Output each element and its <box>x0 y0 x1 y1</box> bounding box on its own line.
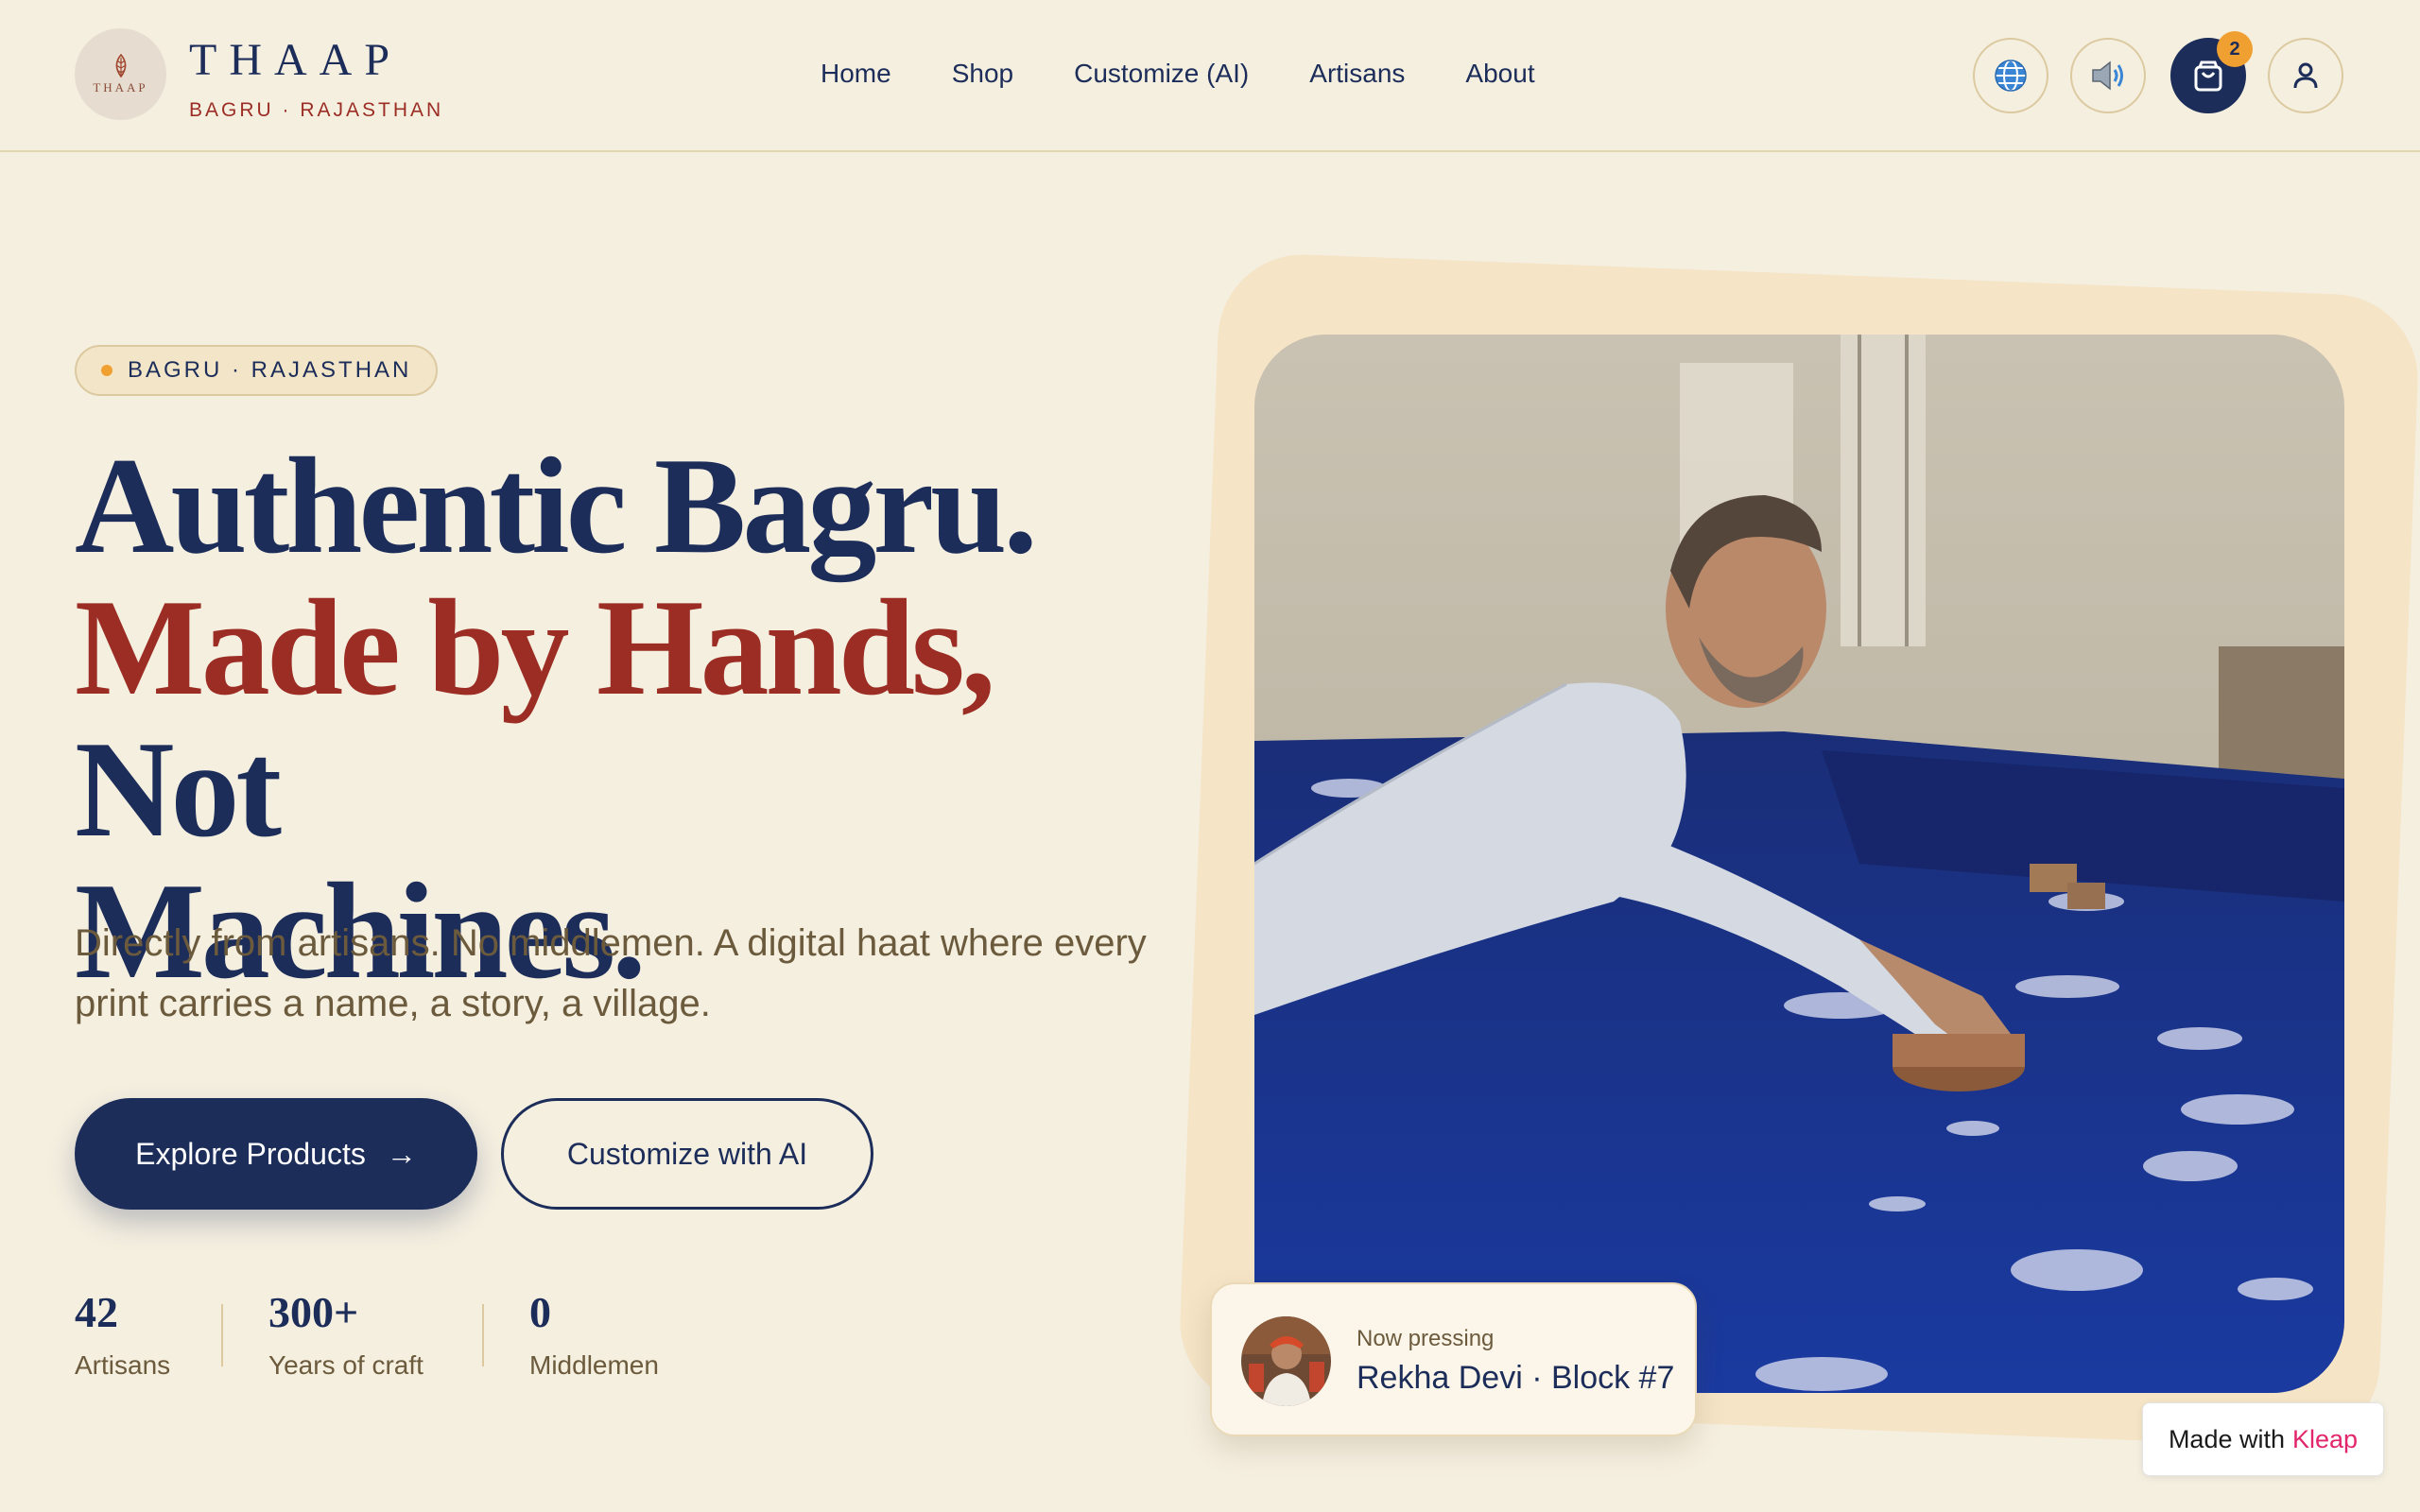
speaker-icon <box>2092 60 2123 91</box>
leaf-logo-icon <box>115 53 126 77</box>
kleap-brand: Kleap <box>2292 1424 2359 1453</box>
customize-with-ai-button[interactable]: Customize with AI <box>501 1098 873 1210</box>
cart-count-badge: 2 <box>2217 31 2253 67</box>
location-pill-label: BAGRU · RAJASTHAN <box>128 357 412 383</box>
location-pill: BAGRU · RAJASTHAN <box>75 345 439 396</box>
headline-line-1: Authentic Bagru. <box>75 429 1038 582</box>
stat-value: 0 <box>529 1288 551 1336</box>
nav-home[interactable]: Home <box>821 59 891 89</box>
hero-photo-artisan-block-printing <box>1254 335 2344 1393</box>
explore-products-label: Explore Products <box>135 1136 366 1171</box>
now-pressing-card: Now pressing Rekha Devi · Block #7 <box>1210 1282 1697 1436</box>
customize-with-ai-label: Customize with AI <box>566 1136 808 1171</box>
stat-years: 300+ Years of craft <box>268 1287 424 1381</box>
artisan-photo-illustration <box>1254 335 2344 1393</box>
brand-tagline: BAGRU · RAJASTHAN <box>189 99 444 121</box>
site-header: THAAP THAAP BAGRU · RAJASTHAN Home Shop … <box>0 0 2420 152</box>
globe-icon <box>1995 60 2027 92</box>
headline-line-2: Made by Hands, Not <box>75 576 1209 860</box>
artisan-avatar <box>1241 1316 1331 1406</box>
artisan-avatar-illustration <box>1241 1316 1331 1406</box>
stat-divider <box>221 1304 223 1366</box>
headline-line-2-rest: Not <box>75 713 282 866</box>
logo-wordmark: THAAP <box>93 79 148 94</box>
logo[interactable]: THAAP <box>75 28 166 120</box>
nav-shop[interactable]: Shop <box>952 59 1013 89</box>
stat-label: Middlemen <box>529 1350 659 1380</box>
hero-description: Directly from artisans. No middlemen. A … <box>75 922 1147 1024</box>
headline-highlight: Made by Hands, <box>75 571 995 724</box>
made-with-kleap-badge[interactable]: Made with Kleap <box>2142 1402 2384 1476</box>
explore-products-button[interactable]: Explore Products → <box>75 1098 477 1210</box>
now-pressing-artisan: Rekha Devi · Block #7 <box>1357 1360 1675 1396</box>
main-nav: Home Shop Customize (AI) Artisans About <box>821 59 1535 89</box>
nav-about[interactable]: About <box>1465 59 1534 89</box>
nav-artisans[interactable]: Artisans <box>1309 59 1405 89</box>
user-icon <box>2293 62 2318 89</box>
made-with-label: Made with <box>2168 1424 2285 1453</box>
arrow-right-icon: → <box>386 1136 417 1171</box>
account-button[interactable] <box>2268 38 2343 113</box>
stat-label: Artisans <box>75 1350 171 1380</box>
shopping-bag-icon <box>2194 60 2222 92</box>
stat-value: 300+ <box>268 1288 359 1336</box>
stat-divider <box>482 1304 484 1366</box>
nav-customize[interactable]: Customize (AI) <box>1074 59 1249 89</box>
now-pressing-caption: Now pressing <box>1357 1326 1495 1351</box>
stat-label: Years of craft <box>268 1350 424 1380</box>
language-button[interactable] <box>1973 38 2048 113</box>
stat-value: 42 <box>75 1288 118 1336</box>
brand-name[interactable]: THAAP <box>189 34 402 86</box>
status-dot <box>101 365 112 376</box>
stat-middlemen: 0 Middlemen <box>529 1287 659 1381</box>
sound-button[interactable] <box>2070 38 2146 113</box>
stat-artisans: 42 Artisans <box>75 1287 170 1381</box>
